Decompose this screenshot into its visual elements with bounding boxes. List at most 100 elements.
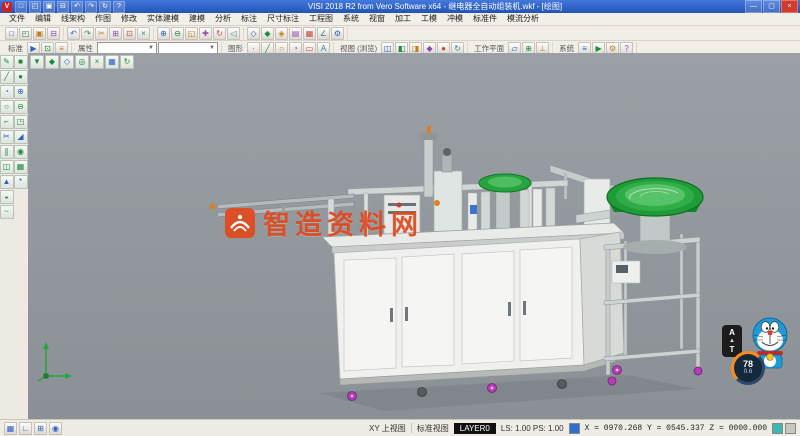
left-toolbar-dock: ✎╱◔○⌐✂∥◫▲◒~ ■●⊕⊖◳◢◉▦* bbox=[0, 53, 29, 420]
active-view-label[interactable]: XY 上视图 bbox=[369, 423, 406, 434]
tracking-toggle-icon[interactable]: ◉ bbox=[49, 422, 62, 435]
trim-icon[interactable]: ✂ bbox=[0, 130, 14, 144]
save-file-icon[interactable]: ▣ bbox=[43, 1, 55, 13]
help-icon[interactable]: ? bbox=[113, 1, 125, 13]
save-file-icon[interactable]: ▣ bbox=[33, 27, 46, 40]
offset-icon[interactable]: ∥ bbox=[0, 145, 14, 159]
explode-icon[interactable]: * bbox=[14, 175, 28, 189]
layer-manager-icon[interactable]: ▤ bbox=[289, 27, 302, 40]
menu-item[interactable]: 标准件 bbox=[468, 13, 502, 25]
measure-icon[interactable]: ∠ bbox=[317, 27, 330, 40]
menu-item[interactable]: 建模 bbox=[184, 13, 210, 25]
ucs-triad bbox=[34, 338, 74, 382]
menu-item[interactable]: 编辑 bbox=[30, 13, 56, 25]
menu-item[interactable]: 分析 bbox=[210, 13, 236, 25]
cut-icon[interactable]: ✂ bbox=[95, 27, 108, 40]
snap-toggle-icon[interactable]: ▦ bbox=[4, 422, 17, 435]
maximize-button[interactable]: ▢ bbox=[763, 0, 780, 13]
wireframe-mode-icon[interactable]: ◇ bbox=[247, 27, 260, 40]
snap-grid-icon[interactable]: ▦ bbox=[105, 55, 119, 69]
snap-center-icon[interactable]: ◎ bbox=[75, 55, 89, 69]
undo-icon[interactable]: ↶ bbox=[67, 27, 80, 40]
undo-icon[interactable]: ↶ bbox=[71, 1, 83, 13]
color-chip[interactable] bbox=[785, 423, 796, 434]
revolve-icon[interactable]: ◒ bbox=[0, 190, 14, 204]
boolean-union-icon[interactable]: ⊕ bbox=[14, 85, 28, 99]
minimize-button[interactable]: — bbox=[745, 0, 762, 13]
solid-box-icon[interactable]: ■ bbox=[14, 55, 28, 69]
select-filter-icon[interactable]: ▼ bbox=[30, 55, 44, 69]
watermark-logo-icon bbox=[224, 207, 256, 239]
sweep-icon[interactable]: ~ bbox=[0, 205, 14, 219]
watermark: 智造资料网 bbox=[224, 203, 423, 242]
menu-item[interactable]: 文件 bbox=[4, 13, 30, 25]
snap-intersect-icon[interactable]: × bbox=[90, 55, 104, 69]
color-chip[interactable] bbox=[772, 423, 783, 434]
view-mode-label[interactable]: 标准视图 bbox=[417, 423, 449, 434]
menu-item[interactable]: 线架构 bbox=[56, 13, 90, 25]
snap-end-icon[interactable]: ◆ bbox=[45, 55, 59, 69]
grid-toggle-icon[interactable]: ⊞ bbox=[34, 422, 47, 435]
menu-item[interactable]: 修改 bbox=[116, 13, 142, 25]
menu-item[interactable]: 冲模 bbox=[442, 13, 468, 25]
dynamic-rotate-icon[interactable]: ↻ bbox=[120, 55, 134, 69]
hidden-line-icon[interactable]: ◈ bbox=[275, 27, 288, 40]
menu-item[interactable]: 工程图 bbox=[304, 13, 338, 25]
new-file-icon[interactable]: □ bbox=[5, 27, 18, 40]
color-chip[interactable] bbox=[569, 423, 580, 434]
pan-icon[interactable]: ✚ bbox=[199, 27, 212, 40]
edit-tool-group: ↶↷✂⊞⊡× bbox=[64, 27, 154, 40]
menu-item[interactable]: 标注 bbox=[236, 13, 262, 25]
menu-item[interactable]: 工模 bbox=[416, 13, 442, 25]
menu-item[interactable]: 系统 bbox=[338, 13, 364, 25]
sketch-icon[interactable]: ✎ bbox=[0, 55, 14, 69]
rotate-view-icon[interactable]: ↻ bbox=[213, 27, 226, 40]
zoom-out-icon[interactable]: ⊖ bbox=[171, 27, 184, 40]
print-icon[interactable]: ⊟ bbox=[57, 1, 69, 13]
copy-icon[interactable]: ⊞ bbox=[109, 27, 122, 40]
active-layer-badge[interactable]: LAYER0 bbox=[454, 423, 496, 434]
zoom-fit-icon[interactable]: ◱ bbox=[185, 27, 198, 40]
close-button[interactable]: × bbox=[781, 0, 798, 13]
app-icon[interactable]: V bbox=[2, 2, 12, 12]
line-icon[interactable]: ╱ bbox=[0, 70, 14, 84]
zoom-in-icon[interactable]: ⊕ bbox=[157, 27, 170, 40]
mirror-icon[interactable]: ◫ bbox=[0, 160, 14, 174]
new-file-icon[interactable]: □ bbox=[15, 1, 27, 13]
snap-mid-icon[interactable]: ◇ bbox=[60, 55, 74, 69]
pattern-icon[interactable]: ▦ bbox=[14, 160, 28, 174]
arc-icon[interactable]: ◔ bbox=[0, 85, 14, 99]
3d-viewport[interactable]: ▼◆◇◎×▦↻ bbox=[28, 53, 800, 420]
menu-item[interactable]: 作图 bbox=[90, 13, 116, 25]
chamfer-icon[interactable]: ◢ bbox=[14, 130, 28, 144]
shaded-mode-icon[interactable]: ◆ bbox=[261, 27, 274, 40]
shell-icon[interactable]: ◳ bbox=[14, 115, 28, 129]
view-group-label: 视图 (浏览) bbox=[337, 43, 380, 54]
delete-icon[interactable]: × bbox=[137, 27, 150, 40]
redo-icon[interactable]: ↷ bbox=[85, 1, 97, 13]
circle-icon[interactable]: ○ bbox=[0, 100, 14, 114]
hole-icon[interactable]: ◉ bbox=[14, 145, 28, 159]
fillet-icon[interactable]: ⌐ bbox=[0, 115, 14, 129]
open-file-icon[interactable]: ◰ bbox=[19, 27, 32, 40]
active-color-chip[interactable] bbox=[569, 423, 580, 434]
menu-item[interactable]: 实体建模 bbox=[142, 13, 184, 25]
menu-item[interactable]: 模流分析 bbox=[502, 13, 544, 25]
settings-icon[interactable]: ⚙ bbox=[331, 27, 344, 40]
paste-icon[interactable]: ⊡ bbox=[123, 27, 136, 40]
grid-toggle-icon[interactable]: ▦ bbox=[303, 27, 316, 40]
menu-item[interactable]: 加工 bbox=[390, 13, 416, 25]
ortho-toggle-icon[interactable]: ∟ bbox=[19, 422, 32, 435]
chevron-down-icon: ▼ bbox=[148, 45, 154, 51]
extrude-icon[interactable]: ▲ bbox=[0, 175, 14, 189]
menu-item[interactable]: 视窗 bbox=[364, 13, 390, 25]
solid-cylinder-icon[interactable]: ● bbox=[14, 70, 28, 84]
machine-cabinet bbox=[322, 223, 624, 385]
boolean-subtract-icon[interactable]: ⊖ bbox=[14, 100, 28, 114]
previous-view-icon[interactable]: ◁ bbox=[227, 27, 240, 40]
open-file-icon[interactable]: ◰ bbox=[29, 1, 41, 13]
print-icon[interactable]: ⊟ bbox=[47, 27, 60, 40]
menu-item[interactable]: 尺寸标注 bbox=[262, 13, 304, 25]
redo-icon[interactable]: ↷ bbox=[81, 27, 94, 40]
refresh-icon[interactable]: ↻ bbox=[99, 1, 111, 13]
